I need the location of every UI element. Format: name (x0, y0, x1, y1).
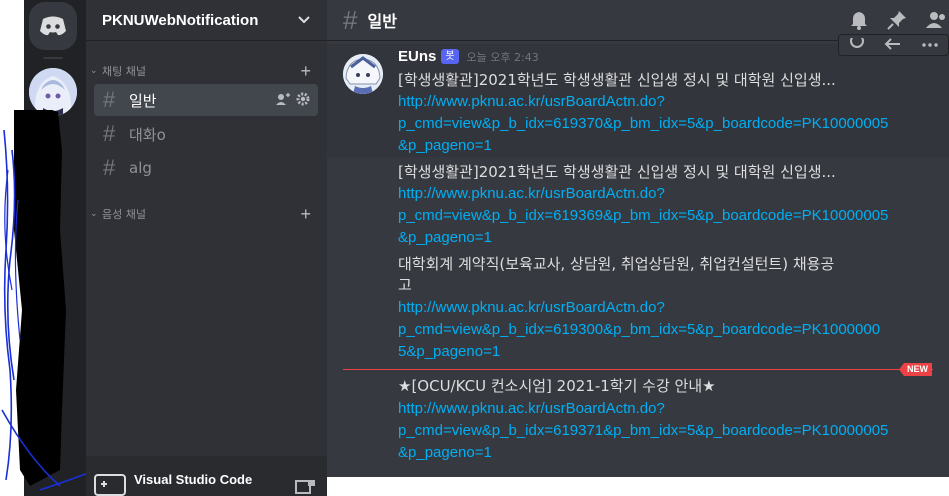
user-panel: Visual Studio Code (86, 456, 327, 496)
activity-label: Visual Studio Code (134, 472, 253, 487)
post-title: [학생생활관]2021학년도 학생생활관 신입생 정시 및 대학원 신입생... (398, 71, 836, 89)
server-name: PKNUWebNotification (102, 11, 259, 29)
server-icon-pknu[interactable] (29, 68, 77, 116)
bell-icon[interactable] (849, 10, 869, 30)
post-link[interactable]: http://www.pknu.ac.kr/usrBoardActn.do? (398, 183, 665, 205)
server-avatar-image (29, 68, 77, 116)
message-header: EUns 봇 오늘 오후 2:43 (398, 48, 539, 65)
reply-icon[interactable] (884, 38, 902, 52)
author-avatar-image (343, 54, 383, 94)
new-messages-badge: NEW (899, 363, 932, 376)
discord-home-button[interactable] (29, 2, 77, 50)
pin-icon[interactable] (887, 10, 907, 30)
category-voice-channels[interactable]: ⌄ 음성 채널 + (86, 204, 327, 225)
channel-item-chat[interactable]: # 대화o (94, 118, 318, 150)
post-link[interactable]: p_cmd=view&p_b_idx=619370&p_bm_idx=5&p_b… (398, 113, 888, 135)
post-link[interactable]: http://www.pknu.ac.kr/usrBoardActn.do? (398, 297, 665, 319)
rail-separator (43, 57, 63, 59)
post-title: 고 (398, 276, 412, 294)
post-title: 대학회계 계약직(보육교사, 상담원, 취업상담원, 취업컨설턴트) 채용공 (398, 255, 835, 273)
screen-share-icon[interactable] (295, 480, 315, 496)
hash-icon: # (103, 155, 116, 180)
message-actions-toolbar (838, 34, 949, 56)
post-link[interactable]: http://www.pknu.ac.kr/usrBoardActn.do? (398, 398, 665, 420)
post-link[interactable]: &p_pageno=1 (398, 442, 492, 464)
author-name[interactable]: EUns (398, 48, 436, 65)
post-link[interactable]: p_cmd=view&p_b_idx=619300&p_bm_idx=5&p_b… (398, 319, 880, 341)
category-label: 음성 채널 (102, 208, 146, 221)
create-channel-icon[interactable]: + (300, 61, 311, 82)
category-chevron-icon: ⌄ (90, 209, 98, 219)
hash-icon: # (103, 87, 116, 112)
category-label: 채팅 채널 (102, 65, 146, 78)
channel-label: 대화o (129, 125, 166, 144)
channel-item-alg[interactable]: # alg (94, 152, 318, 184)
add-reaction-icon[interactable] (848, 38, 866, 52)
channel-label: 일반 (129, 91, 157, 110)
hash-icon: # (103, 121, 116, 146)
post-link[interactable]: &p_pageno=1 (398, 227, 492, 249)
post-link[interactable]: 5&p_pageno=1 (398, 341, 500, 363)
chevron-down-icon[interactable] (297, 15, 311, 25)
gear-icon[interactable] (296, 92, 310, 106)
game-controller-icon (94, 474, 126, 496)
channel-item-general[interactable]: # 일반 (94, 84, 318, 116)
post-link[interactable]: &p_pageno=1 (398, 135, 492, 157)
redaction-scribble (1, 110, 97, 491)
post-title: [학생생활관]2021학년도 학생생활관 신입생 정시 및 대학원 신입생... (398, 163, 836, 181)
post-link[interactable]: p_cmd=view&p_b_idx=619371&p_bm_idx=5&p_b… (398, 420, 888, 442)
channel-sidebar: PKNUWebNotification ⌄ 채팅 채널 + # 일반 # 대화o (86, 0, 327, 496)
new-messages-divider (343, 369, 933, 370)
channel-label: alg (129, 159, 152, 177)
create-channel-icon[interactable]: + (300, 204, 311, 225)
server-header[interactable]: PKNUWebNotification (86, 0, 327, 41)
category-text-channels[interactable]: ⌄ 채팅 채널 + (86, 61, 327, 82)
author-avatar[interactable] (343, 54, 383, 94)
category-chevron-icon: ⌄ (90, 66, 98, 76)
invite-user-icon[interactable] (276, 92, 290, 106)
member-list-icon[interactable] (925, 10, 949, 30)
post-link[interactable]: http://www.pknu.ac.kr/usrBoardActn.do? (398, 91, 665, 113)
bot-badge: 봇 (441, 49, 459, 64)
channel-hash-icon: # (343, 4, 358, 35)
bottom-white-bar (327, 477, 949, 496)
discord-logo-icon (40, 16, 66, 36)
more-options-icon[interactable] (921, 38, 939, 52)
channel-title: 일반 (367, 14, 397, 31)
post-title: ★[OCU/KCU 컨소시엄] 2021-1학기 수강 안내★ (398, 377, 716, 395)
message-timestamp: 오늘 오후 2:43 (466, 50, 539, 64)
post-link[interactable]: p_cmd=view&p_b_idx=619369&p_bm_idx=5&p_b… (398, 205, 888, 227)
